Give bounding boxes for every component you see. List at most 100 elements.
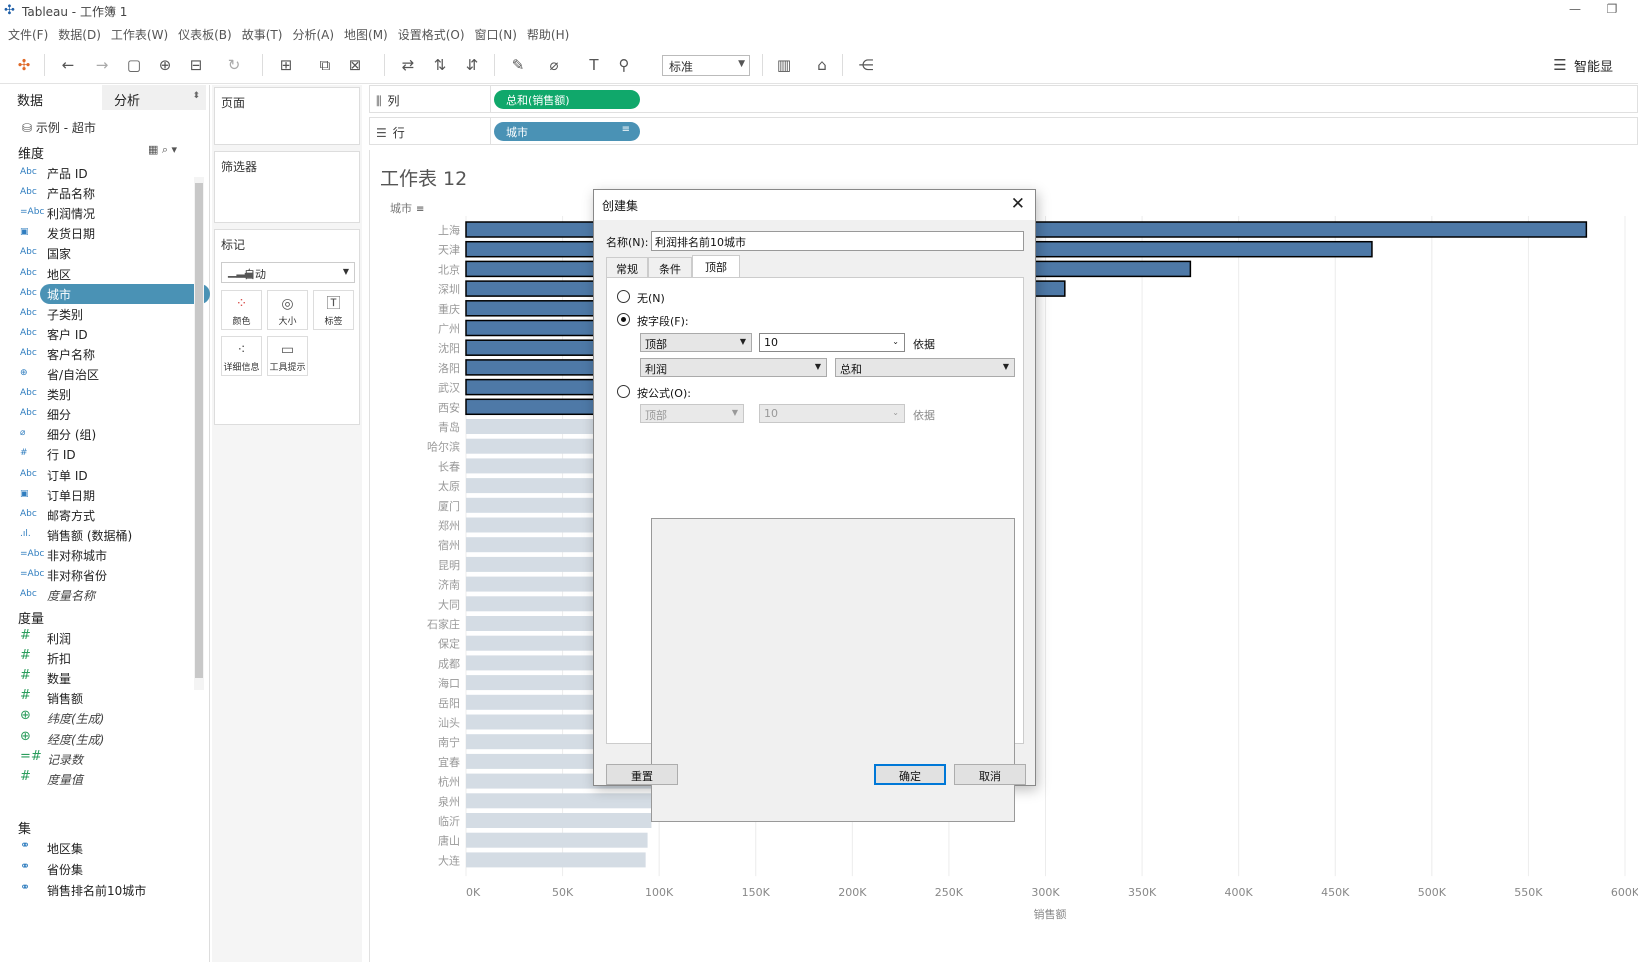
detail-button[interactable]: ⁖ 详细信息 [221, 336, 262, 376]
share-icon[interactable]: ⋲ [856, 55, 876, 75]
highlight-icon[interactable]: ✎ [508, 55, 528, 75]
dimension-field[interactable]: Abc 订单 ID [20, 465, 192, 485]
menu-worksheet[interactable]: 工作表(W) [109, 24, 176, 44]
measure-field[interactable]: =# 记录数 [20, 749, 192, 769]
new-worksheet-icon[interactable]: ⊞ [276, 55, 296, 75]
minimize-button[interactable]: — [1560, 2, 1590, 20]
group-members-icon[interactable]: ⌀ [544, 55, 564, 75]
menu-map[interactable]: 地图(M) [342, 24, 396, 44]
dimension-field[interactable]: ▣ 发货日期 [20, 223, 192, 243]
dimension-field[interactable]: Abc 地区 [20, 264, 192, 284]
dimension-field[interactable]: Abc 客户 ID [20, 324, 192, 344]
show-me-icon[interactable]: ☰ [1550, 55, 1570, 75]
set-field[interactable]: ⚭ 销售排名前10城市 [20, 880, 192, 900]
dimension-field[interactable]: Abc 产品 ID [20, 163, 192, 183]
field-measure-select[interactable]: 利润 ▼ [640, 358, 827, 377]
show-mark-labels-icon[interactable]: T [584, 55, 604, 75]
menu-format[interactable]: 设置格式(O) [396, 24, 473, 44]
filters-card[interactable]: 筛选器 [214, 151, 360, 223]
measure-field[interactable]: ⊕ 纬度(生成) [20, 708, 192, 728]
pages-card[interactable]: 页面 [214, 87, 360, 145]
measure-field[interactable]: # 销售额 [20, 688, 192, 708]
duplicate-sheet-icon[interactable]: ⧉ [315, 55, 335, 75]
dimension-field[interactable]: Abc 国家 [20, 243, 192, 263]
swap-rows-columns-icon[interactable]: ⇄ [398, 55, 418, 75]
set-field[interactable]: ⚭ 省份集 [20, 859, 192, 879]
field-count-combo[interactable]: 10 ⌄ [759, 333, 905, 352]
menu-window[interactable]: 窗口(N) [473, 24, 525, 44]
set-name-input[interactable]: 利润排名前10城市 [651, 231, 1024, 251]
bar[interactable] [466, 852, 646, 868]
refresh-icon[interactable]: ↻ [224, 55, 244, 75]
dimension-field[interactable]: =Abc 非对称城市 [20, 545, 192, 565]
radio-none[interactable] [617, 290, 630, 303]
dimension-field[interactable]: Abc 产品名称 [20, 183, 192, 203]
size-button[interactable]: ◎ 大小 [267, 290, 308, 330]
measure-field[interactable]: # 折扣 [20, 648, 192, 668]
field-aggregation-select[interactable]: 总和 ▼ [835, 358, 1015, 377]
fit-select[interactable]: 标准 ▼ [662, 55, 750, 76]
dimension-field[interactable]: # 行 ID [20, 444, 192, 464]
fix-axes-icon[interactable]: ⚲ [614, 55, 634, 75]
color-button[interactable]: ⁘ 颜色 [221, 290, 262, 330]
dimension-field[interactable]: Abc 度量名称 [20, 585, 192, 605]
dimension-field[interactable]: Abc 类别 [20, 384, 192, 404]
bar[interactable] [466, 793, 660, 809]
dimension-field[interactable]: Abc 客户名称 [20, 344, 192, 364]
label-button[interactable]: 🅃 标签 [313, 290, 354, 330]
menu-analysis[interactable]: 分析(A) [290, 24, 342, 44]
view-toggle-icon[interactable]: ▦ ⌕ ▾ [148, 143, 177, 157]
columns-shelf[interactable]: ⫼ 列 总和(销售额) [369, 85, 1638, 113]
dimension-field[interactable]: Abc 子类别 [20, 304, 192, 324]
field-direction-select[interactable]: 顶部 ▼ [640, 333, 752, 352]
save-icon[interactable]: ▢ [124, 55, 144, 75]
undo-icon[interactable]: ← [58, 55, 78, 75]
menu-dashboard[interactable]: 仪表板(B) [176, 24, 240, 44]
rows-pill[interactable]: 城市 ≡ [494, 122, 640, 141]
show-cards-icon[interactable]: ▥ [774, 55, 794, 75]
presentation-mode-icon[interactable]: ⌂ [812, 55, 832, 75]
measure-field[interactable]: # 度量值 [20, 769, 192, 789]
rows-shelf[interactable]: ☰ 行 城市 ≡ [369, 117, 1638, 145]
dimension-field[interactable]: .ıl. 销售额 (数据桶) [20, 525, 192, 545]
bar[interactable] [466, 813, 652, 828]
dimension-field[interactable]: Abc 城市 [20, 283, 210, 304]
clear-sheet-icon[interactable]: ⊠ [345, 55, 365, 75]
measure-field[interactable]: # 利润 [20, 628, 192, 648]
columns-pill[interactable]: 总和(销售额) [494, 90, 640, 109]
menu-story[interactable]: 故事(T) [240, 24, 291, 44]
dimension-field[interactable]: =Abc 非对称省份 [20, 565, 192, 585]
tableau-home-icon[interactable]: ✣ [14, 55, 34, 75]
measure-field[interactable]: ⊕ 经度(生成) [20, 729, 192, 749]
dimensions-scroll-thumb[interactable] [195, 183, 203, 678]
tab-data[interactable]: 数据 [17, 90, 43, 109]
tab-analysis[interactable]: 分析 ⬍ [102, 85, 206, 110]
data-source[interactable]: ⛁ 示例 - 超市 [22, 119, 96, 136]
show-me-button[interactable]: 智能显 [1574, 56, 1613, 75]
dimension-field[interactable]: Abc 细分 [20, 404, 192, 424]
cancel-button[interactable]: 取消 [954, 764, 1026, 785]
dimension-field[interactable]: Abc 邮寄方式 [20, 505, 192, 525]
tab-top[interactable]: 顶部 [692, 255, 740, 278]
measure-field[interactable]: # 数量 [20, 668, 192, 688]
redo-icon[interactable]: → [92, 55, 112, 75]
pause-updates-icon[interactable]: ⊟ [186, 55, 206, 75]
new-datasource-icon[interactable]: ⊕ [155, 55, 175, 75]
dimension-field[interactable]: ▣ 订单日期 [20, 485, 192, 505]
dimension-field[interactable]: =Abc 利润情况 [20, 203, 192, 223]
tab-general[interactable]: 常规 [606, 257, 648, 277]
close-icon[interactable]: ✕ [1011, 194, 1025, 214]
restore-button[interactable]: ❐ [1597, 2, 1627, 20]
menu-file[interactable]: 文件(F) [6, 24, 56, 44]
sort-descending-icon[interactable]: ⇵ [462, 55, 482, 75]
radio-by-formula[interactable] [617, 385, 630, 398]
tab-condition[interactable]: 条件 [648, 257, 692, 277]
tooltip-button[interactable]: ▭ 工具提示 [267, 336, 308, 376]
radio-by-field[interactable] [617, 313, 630, 326]
ok-button[interactable]: 确定 [874, 764, 946, 785]
dimension-field[interactable]: ⊕ 省/自治区 [20, 364, 192, 384]
sort-ascending-icon[interactable]: ⇅ [430, 55, 450, 75]
bar[interactable] [466, 832, 648, 848]
set-field[interactable]: ⚭ 地区集 [20, 838, 192, 858]
menu-data[interactable]: 数据(D) [56, 24, 109, 44]
